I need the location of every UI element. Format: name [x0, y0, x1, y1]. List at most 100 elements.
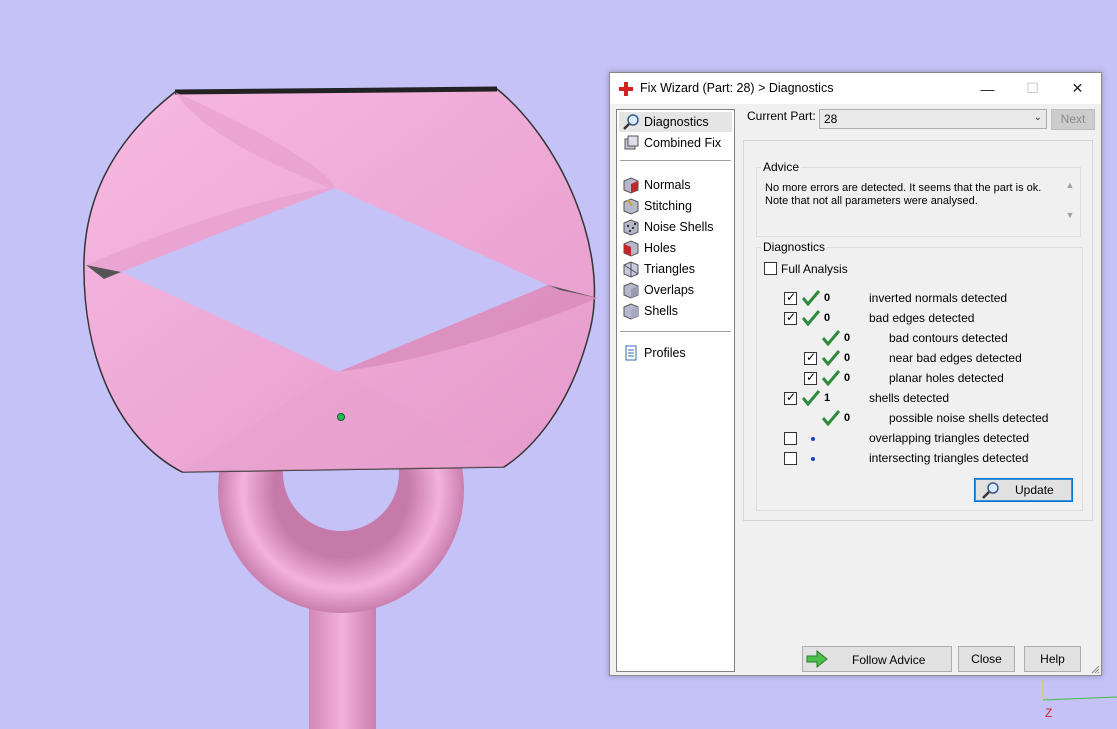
- ok-check-icon: [822, 350, 840, 366]
- ok-check-icon: [802, 310, 820, 326]
- intersecting-triangles-label: intersecting triangles detected: [869, 451, 1029, 465]
- pending-dot-icon: [811, 457, 815, 461]
- inverted-normals-checkbox[interactable]: [784, 290, 797, 305]
- nav-label: Holes: [644, 241, 676, 255]
- advice-legend: Advice: [761, 160, 802, 174]
- nav-divider: [620, 331, 731, 332]
- bad-edges-checkbox[interactable]: [784, 310, 797, 325]
- fix-wizard-dialog: Fix Wizard (Part: 28) > Diagnostics — ☐ …: [609, 72, 1102, 676]
- green-arrow-right-icon: [806, 650, 828, 668]
- overlaps-cube-icon: [623, 282, 639, 299]
- intersecting-triangles-checkbox[interactable]: [784, 452, 797, 465]
- nav-label: Profiles: [644, 346, 686, 360]
- inverted-normals-count: 0: [824, 292, 831, 304]
- nav-item-combined-fix[interactable]: Combined Fix: [619, 133, 732, 153]
- triangles-cube-icon: [623, 261, 639, 278]
- pending-dot-icon: [811, 437, 815, 441]
- z-axis-label: Z: [1045, 706, 1053, 720]
- magnifier-icon: [982, 482, 999, 499]
- advice-scrollbar[interactable]: ▲ ▼: [1063, 180, 1077, 228]
- chevron-down-icon: ⌄: [1033, 112, 1042, 123]
- advice-text: No more errors are detected. It seems th…: [765, 182, 1065, 208]
- holes-cube-icon: [623, 240, 639, 257]
- window-title: Fix Wizard (Part: 28) > Diagnostics: [640, 81, 834, 95]
- nav-item-diagnostics[interactable]: Diagnostics: [619, 112, 732, 132]
- ok-check-icon: [802, 290, 820, 306]
- update-button[interactable]: Update: [974, 478, 1073, 502]
- near-bad-edges-checkbox[interactable]: [804, 350, 817, 365]
- nav-label: Noise Shells: [644, 220, 714, 234]
- scroll-down-icon[interactable]: ▼: [1063, 210, 1077, 220]
- current-part-value: 28: [824, 112, 838, 126]
- follow-advice-label: Follow Advice: [852, 653, 926, 667]
- planar-holes-label: planar holes detected: [889, 371, 1004, 385]
- close-button[interactable]: Close: [958, 646, 1015, 672]
- near-bad-edges-count: 0: [844, 352, 851, 364]
- resize-grip-icon[interactable]: [1090, 664, 1100, 674]
- nav-item-shells[interactable]: Shells: [619, 301, 732, 321]
- ok-check-icon: [822, 410, 840, 426]
- pick-point-marker: [337, 413, 345, 421]
- planar-holes-count: 0: [844, 372, 851, 384]
- normals-cube-icon: [623, 177, 639, 194]
- shells-count: 1: [824, 392, 831, 404]
- noise-shells-count: 0: [844, 412, 851, 424]
- bad-edges-count: 0: [824, 312, 831, 324]
- combined-fix-icon: [624, 135, 639, 150]
- bad-contours-count: 0: [844, 332, 851, 344]
- planar-holes-checkbox[interactable]: [804, 370, 817, 385]
- noise-shells-cube-icon: [623, 219, 639, 236]
- follow-advice-button[interactable]: Follow Advice: [802, 646, 952, 672]
- ok-check-icon: [822, 330, 840, 346]
- nav-item-profiles[interactable]: Profiles: [619, 343, 732, 363]
- stitching-cube-icon: [623, 198, 639, 215]
- next-button[interactable]: Next: [1051, 109, 1095, 130]
- nav-item-stitching[interactable]: Stitching: [619, 196, 732, 216]
- full-analysis-label: Full Analysis: [781, 262, 848, 276]
- advice-group: Advice No more errors are detected. It s…: [756, 160, 1081, 237]
- nav-label: Normals: [644, 178, 691, 192]
- inverted-normals-label: inverted normals detected: [869, 291, 1008, 305]
- bad-contours-label: bad contours detected: [889, 331, 1008, 345]
- title-bar[interactable]: Fix Wizard (Part: 28) > Diagnostics — ☐ …: [610, 73, 1101, 104]
- close-window-button[interactable]: ✕: [1055, 73, 1100, 104]
- nav-item-triangles[interactable]: Triangles: [619, 259, 732, 279]
- diagnostics-legend: Diagnostics: [761, 240, 828, 254]
- update-label: Update: [1015, 483, 1054, 497]
- help-button[interactable]: Help: [1024, 646, 1081, 672]
- wizard-nav: Diagnostics Combined Fix Normals Stitchi…: [616, 109, 735, 672]
- full-analysis-checkbox[interactable]: [764, 262, 777, 275]
- magnifier-icon: [623, 114, 639, 130]
- nav-label: Stitching: [644, 199, 692, 213]
- nav-item-normals[interactable]: Normals: [619, 175, 732, 195]
- overlapping-triangles-label: overlapping triangles detected: [869, 431, 1030, 445]
- diagnostics-panel: Advice No more errors are detected. It s…: [743, 140, 1093, 521]
- profiles-document-icon: [625, 345, 637, 361]
- nav-label: Diagnostics: [644, 115, 709, 129]
- maximize-button[interactable]: ☐: [1010, 73, 1055, 104]
- near-bad-edges-label: near bad edges detected: [889, 351, 1022, 365]
- minimize-button[interactable]: —: [965, 73, 1010, 104]
- ok-check-icon: [802, 390, 820, 406]
- current-part-label: Current Part:: [747, 109, 816, 123]
- diagnostics-group: Diagnostics Full Analysis 0 inverted nor…: [756, 240, 1083, 511]
- overlapping-triangles-checkbox[interactable]: [784, 432, 797, 445]
- nav-label: Triangles: [644, 262, 695, 276]
- ok-check-icon: [822, 370, 840, 386]
- nav-divider: [620, 160, 731, 161]
- red-cross-app-icon: [619, 82, 633, 96]
- noise-shells-label: possible noise shells detected: [889, 411, 1049, 425]
- current-part-dropdown[interactable]: 28 ⌄: [819, 109, 1047, 129]
- nav-label: Shells: [644, 304, 679, 318]
- advice-line-1: No more errors are detected. It seems th…: [765, 182, 1042, 194]
- nav-label: Combined Fix: [644, 136, 722, 150]
- nav-item-overlaps[interactable]: Overlaps: [619, 280, 732, 300]
- scroll-up-icon[interactable]: ▲: [1063, 180, 1077, 190]
- shells-cube-icon: [623, 303, 639, 320]
- nav-label: Overlaps: [644, 283, 695, 297]
- bad-edges-label: bad edges detected: [869, 311, 975, 325]
- nav-item-noise-shells[interactable]: Noise Shells: [619, 217, 732, 237]
- shells-checkbox[interactable]: [784, 390, 797, 405]
- nav-item-holes[interactable]: Holes: [619, 238, 732, 258]
- shells-label: shells detected: [869, 391, 950, 405]
